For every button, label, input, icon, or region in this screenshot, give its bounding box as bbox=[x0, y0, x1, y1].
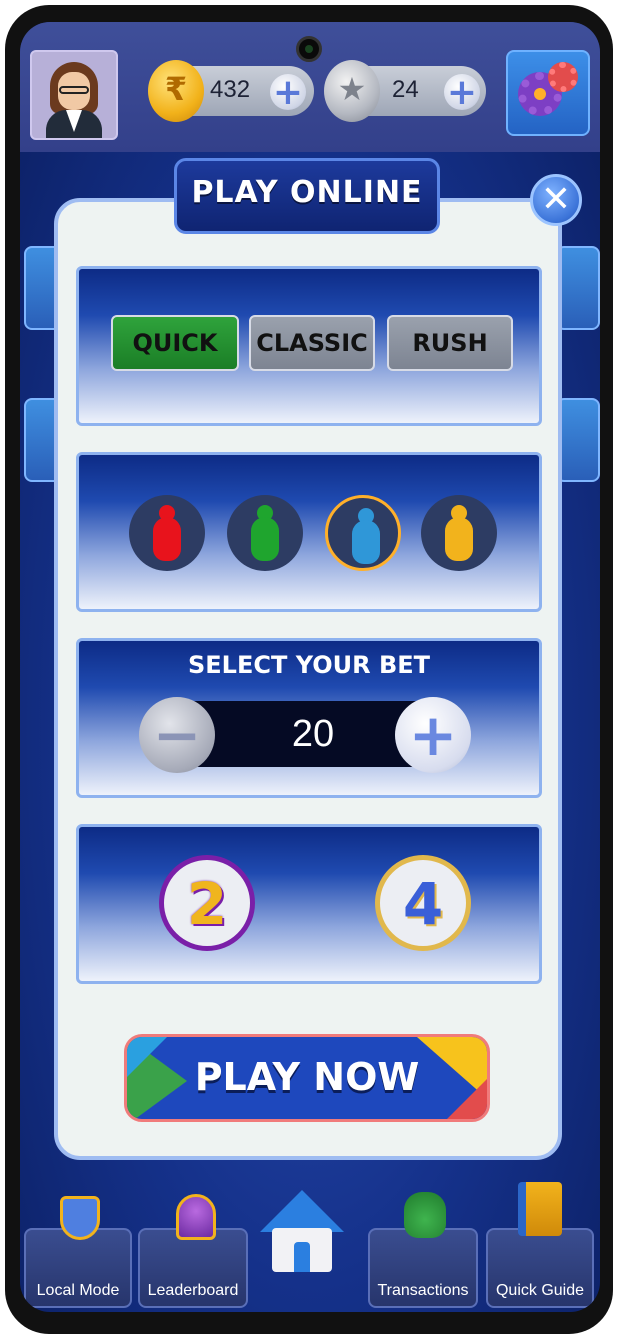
mode-selector-card: QUICK CLASSIC RUSH bbox=[76, 266, 542, 426]
mode-classic-button[interactable]: CLASSIC bbox=[249, 315, 375, 371]
pawn-green-icon bbox=[251, 505, 279, 561]
pawn-red-icon bbox=[153, 505, 181, 561]
players-4-option[interactable]: 4 bbox=[375, 855, 471, 951]
nav-home[interactable] bbox=[256, 1190, 348, 1276]
token-blue-option[interactable] bbox=[325, 495, 401, 571]
settings-button[interactable] bbox=[506, 50, 590, 136]
rupee-coin-icon: ₹ bbox=[148, 60, 204, 122]
bet-card: SELECT YOUR BET 20 − + bbox=[76, 638, 542, 798]
players-2-option[interactable]: 2 bbox=[159, 855, 255, 951]
close-button[interactable]: ✕ bbox=[530, 174, 582, 226]
money-bag-icon bbox=[404, 1192, 446, 1238]
add-silver-button[interactable]: + bbox=[444, 72, 480, 113]
pawn-yellow-icon bbox=[445, 505, 473, 561]
home-icon bbox=[260, 1190, 344, 1232]
bet-decrease-button[interactable]: − bbox=[139, 697, 215, 773]
dialog-title-tab: PLAY ONLINE bbox=[174, 158, 440, 234]
player-count-card: 2 4 bbox=[76, 824, 542, 984]
shield-vs-icon bbox=[60, 1196, 100, 1240]
play-now-button[interactable]: PLAY NOW bbox=[124, 1034, 490, 1122]
pawn-blue-icon bbox=[352, 508, 380, 564]
gold-balance: 432 bbox=[210, 76, 251, 103]
camera-notch bbox=[296, 36, 322, 62]
nav-quick-guide[interactable]: Quick Guide bbox=[486, 1182, 594, 1308]
play-online-dialog: QUICK CLASSIC RUSH SELECT YOUR BET 20 − … bbox=[54, 198, 562, 1160]
nav-transactions[interactable]: Transactions bbox=[368, 1192, 478, 1308]
play-now-label: PLAY NOW bbox=[194, 1055, 420, 1099]
token-yellow-option[interactable] bbox=[421, 495, 497, 571]
star-coin-icon: ★ bbox=[324, 60, 380, 122]
mode-quick-button[interactable]: QUICK bbox=[111, 315, 239, 371]
silver-balance: 24 bbox=[392, 76, 419, 103]
side-gift-button[interactable] bbox=[556, 246, 600, 330]
avatar[interactable] bbox=[30, 50, 118, 140]
token-red-option[interactable] bbox=[129, 495, 205, 571]
app-screen: 432 ₹ + 24 ★ + QUICK CLASSIC RUSH SELECT… bbox=[20, 22, 600, 1312]
bet-increase-button[interactable]: + bbox=[395, 697, 471, 773]
token-green-option[interactable] bbox=[227, 495, 303, 571]
gear-small-icon bbox=[548, 62, 578, 92]
dialog-title: PLAY ONLINE bbox=[191, 175, 423, 210]
book-icon bbox=[518, 1182, 562, 1236]
nav-leaderboard[interactable]: Leaderboard bbox=[138, 1194, 248, 1308]
token-color-card bbox=[76, 452, 542, 612]
mode-rush-button[interactable]: RUSH bbox=[387, 315, 513, 371]
side-bonus-button[interactable] bbox=[556, 398, 600, 482]
add-gold-button[interactable]: + bbox=[270, 72, 306, 113]
close-icon: ✕ bbox=[540, 179, 572, 220]
trophy-icon bbox=[176, 1194, 216, 1240]
nav-local-mode[interactable]: Local Mode bbox=[24, 1196, 132, 1308]
bottom-nav: Local Mode Leaderboard Transactions Quic… bbox=[20, 1182, 600, 1312]
bet-label: SELECT YOUR BET bbox=[187, 651, 430, 679]
